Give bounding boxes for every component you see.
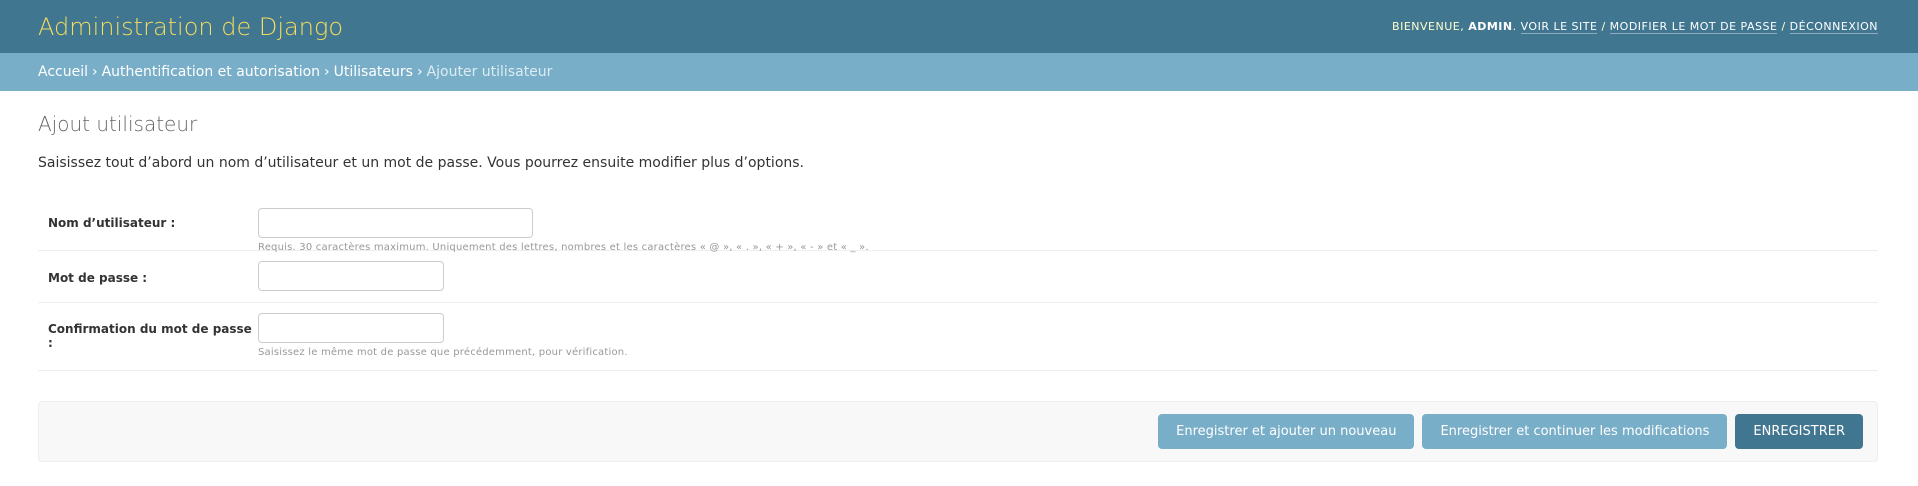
main-content: Ajout utilisateur Saisissez tout d’abord…: [0, 91, 1918, 462]
user-tools-separator: /: [1781, 20, 1786, 33]
page-title: Ajout utilisateur: [38, 112, 198, 136]
form-row-password-confirm: Confirmation du mot de passe : Saisissez…: [38, 303, 1878, 371]
form-row-username: Nom d’utilisateur : Requis. 30 caractère…: [38, 195, 1878, 253]
breadcrumb-separator: ›: [416, 64, 423, 80]
breadcrumb-separator: ›: [324, 64, 330, 80]
password-label: Mot de passe :: [48, 271, 148, 285]
user-suffix: .: [1512, 20, 1517, 33]
logout-link[interactable]: Déconnexion: [1789, 20, 1878, 34]
breadcrumb: Accueil › Authentification et autorisati…: [0, 53, 1918, 91]
breadcrumb-model[interactable]: Utilisateurs: [334, 64, 413, 80]
form-row-password: Mot de passe :: [38, 251, 1878, 303]
welcome-text: Bienvenue,: [1392, 20, 1465, 33]
breadcrumb-home[interactable]: Accueil: [38, 64, 88, 80]
user-tools-separator: /: [1601, 20, 1606, 33]
save-and-add-another-button[interactable]: Enregistrer et ajouter un nouveau: [1158, 414, 1415, 449]
header: Administration de Django Bienvenue, admi…: [0, 0, 1918, 53]
breadcrumb-current: Ajouter utilisateur: [426, 64, 553, 80]
password-input[interactable]: [258, 261, 444, 291]
password-confirm-input[interactable]: [258, 313, 444, 343]
password-confirm-label: Confirmation du mot de passe :: [48, 322, 252, 350]
save-and-continue-button[interactable]: Enregistrer et continuer les modificatio…: [1422, 414, 1728, 449]
save-button[interactable]: Enregistrer: [1735, 414, 1863, 449]
intro-text: Saisissez tout d’abord un nom d’utilisat…: [38, 155, 805, 171]
site-title[interactable]: Administration de Django: [38, 13, 343, 41]
view-site-link[interactable]: Voir le site: [1520, 20, 1598, 34]
submit-row: Enregistrer et ajouter un nouveau Enregi…: [38, 401, 1878, 462]
password-confirm-help-text: Saisissez le même mot de passe que précé…: [258, 347, 628, 358]
user-name: admin: [1468, 20, 1513, 33]
change-password-link[interactable]: Modifier le mot de passe: [1609, 20, 1778, 34]
user-tools: Bienvenue, admin. Voir le site / Modifie…: [1392, 20, 1878, 34]
breadcrumb-separator: ›: [92, 64, 98, 80]
breadcrumb-app[interactable]: Authentification et autorisation: [102, 64, 320, 80]
username-label: Nom d’utilisateur :: [48, 216, 176, 230]
username-help-text: Requis. 30 caractères maximum. Uniquemen…: [258, 242, 869, 253]
username-input[interactable]: [258, 208, 533, 238]
